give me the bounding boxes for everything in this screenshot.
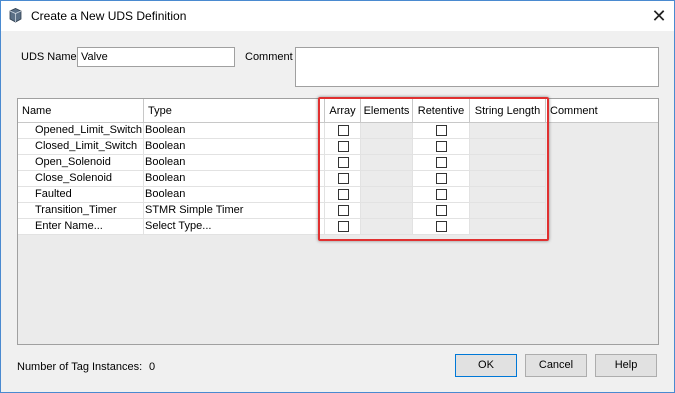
cell-string-length xyxy=(470,155,546,171)
cell-name-text: Faulted xyxy=(35,188,72,200)
cell-type[interactable]: Boolean xyxy=(144,123,325,139)
comment-field[interactable] xyxy=(295,47,659,87)
close-icon[interactable]: ✕ xyxy=(644,1,674,31)
cell-type[interactable]: STMR Simple Timer xyxy=(144,203,325,219)
header-retentive[interactable]: Retentive xyxy=(413,99,470,123)
cell-retentive[interactable] xyxy=(413,187,470,203)
header-array[interactable]: Array xyxy=(325,99,361,123)
cell-elements xyxy=(361,203,413,219)
header-comment[interactable]: Comment xyxy=(546,99,658,123)
table-row[interactable]: Opened_Limit_Switch Boolean xyxy=(18,123,658,139)
window-title: Create a New UDS Definition xyxy=(31,9,187,23)
cell-name-text: Close_Solenoid xyxy=(35,172,113,184)
cell-string-length xyxy=(470,171,546,187)
retentive-checkbox[interactable] xyxy=(436,189,447,200)
cell-retentive[interactable] xyxy=(413,123,470,139)
cell-type[interactable]: Boolean xyxy=(144,187,325,203)
cell-type-text: Boolean xyxy=(145,188,186,200)
array-checkbox[interactable] xyxy=(338,221,349,232)
cell-elements xyxy=(361,155,413,171)
cell-elements xyxy=(361,187,413,203)
array-checkbox[interactable] xyxy=(338,157,349,168)
cell-type-text: Boolean xyxy=(145,124,186,136)
comment-label: Comment xyxy=(245,51,293,63)
cancel-button[interactable]: Cancel xyxy=(525,354,587,377)
ok-button[interactable]: OK xyxy=(455,354,517,377)
cell-name[interactable]: Closed_Limit_Switch xyxy=(18,139,144,155)
cell-retentive[interactable] xyxy=(413,155,470,171)
array-checkbox[interactable] xyxy=(338,173,349,184)
header-type[interactable]: Type xyxy=(144,99,325,123)
header-name[interactable]: Name xyxy=(18,99,144,123)
retentive-checkbox[interactable] xyxy=(436,173,447,184)
cell-retentive[interactable] xyxy=(413,219,470,235)
table-row[interactable]: Open_Solenoid Boolean xyxy=(18,155,658,171)
cell-type[interactable]: Boolean xyxy=(144,155,325,171)
header-elements[interactable]: Elements xyxy=(361,99,413,123)
array-checkbox[interactable] xyxy=(338,189,349,200)
table-row[interactable]: Enter Name... Select Type... xyxy=(18,219,658,235)
cell-array[interactable] xyxy=(325,203,361,219)
retentive-checkbox[interactable] xyxy=(436,125,447,136)
cell-name[interactable]: Transition_Timer xyxy=(18,203,144,219)
retentive-checkbox[interactable] xyxy=(436,141,447,152)
array-checkbox[interactable] xyxy=(338,141,349,152)
cell-type-text: Boolean xyxy=(145,156,186,168)
cell-string-length xyxy=(470,219,546,235)
cell-type[interactable]: Boolean xyxy=(144,139,325,155)
help-button[interactable]: Help xyxy=(595,354,657,377)
cell-type-text: Select Type... xyxy=(145,220,212,232)
retentive-checkbox[interactable] xyxy=(436,205,447,216)
table-row[interactable]: Faulted Boolean xyxy=(18,187,658,203)
dialog-window: Create a New UDS Definition ✕ UDS Name C… xyxy=(0,0,675,393)
cell-retentive[interactable] xyxy=(413,203,470,219)
cell-array[interactable] xyxy=(325,155,361,171)
cell-name[interactable]: Open_Solenoid xyxy=(18,155,144,171)
cell-name[interactable]: Enter Name... xyxy=(18,219,144,235)
cell-type-text: Boolean xyxy=(145,172,186,184)
cell-array[interactable] xyxy=(325,219,361,235)
cell-type-text: STMR Simple Timer xyxy=(145,204,244,216)
array-checkbox[interactable] xyxy=(338,125,349,136)
retentive-checkbox[interactable] xyxy=(436,157,447,168)
title-bar: Create a New UDS Definition ✕ xyxy=(1,1,674,31)
table-row[interactable]: Close_Solenoid Boolean xyxy=(18,171,658,187)
cell-name-text: Opened_Limit_Switch xyxy=(35,124,143,136)
table-row[interactable]: Transition_Timer STMR Simple Timer xyxy=(18,203,658,219)
cell-name-text: Enter Name... xyxy=(35,220,103,232)
cell-retentive[interactable] xyxy=(413,171,470,187)
cell-string-length xyxy=(470,123,546,139)
cell-array[interactable] xyxy=(325,139,361,155)
cell-name[interactable]: Faulted xyxy=(18,187,144,203)
cell-type[interactable]: Select Type... xyxy=(144,219,325,235)
cell-elements xyxy=(361,171,413,187)
cell-string-length xyxy=(470,203,546,219)
member-grid: Name Type Array Elements Retentive Strin… xyxy=(17,98,659,345)
cell-type[interactable]: Boolean xyxy=(144,171,325,187)
cell-elements xyxy=(361,139,413,155)
cell-string-length xyxy=(470,187,546,203)
retentive-checkbox[interactable] xyxy=(436,221,447,232)
uds-definition-icon xyxy=(9,8,22,23)
table-row[interactable]: Closed_Limit_Switch Boolean xyxy=(18,139,658,155)
header-string-length[interactable]: String Length xyxy=(470,99,546,123)
uds-name-label: UDS Name xyxy=(21,51,77,63)
cell-name-text: Transition_Timer xyxy=(35,204,117,216)
cell-type-text: Boolean xyxy=(145,140,186,152)
uds-name-input[interactable] xyxy=(77,47,235,67)
cell-array[interactable] xyxy=(325,171,361,187)
cell-elements xyxy=(361,219,413,235)
cell-retentive[interactable] xyxy=(413,139,470,155)
array-checkbox[interactable] xyxy=(338,205,349,216)
cell-name-text: Open_Solenoid xyxy=(35,156,111,168)
cell-name-text: Closed_Limit_Switch xyxy=(35,140,138,152)
cell-elements xyxy=(361,123,413,139)
cell-string-length xyxy=(470,139,546,155)
tag-instances-count: 0 xyxy=(149,361,156,373)
cell-array[interactable] xyxy=(325,123,361,139)
cell-array[interactable] xyxy=(325,187,361,203)
cell-name[interactable]: Close_Solenoid xyxy=(18,171,144,187)
cell-name[interactable]: Opened_Limit_Switch xyxy=(18,123,144,139)
tag-instances-label: Number of Tag Instances: xyxy=(17,361,143,373)
